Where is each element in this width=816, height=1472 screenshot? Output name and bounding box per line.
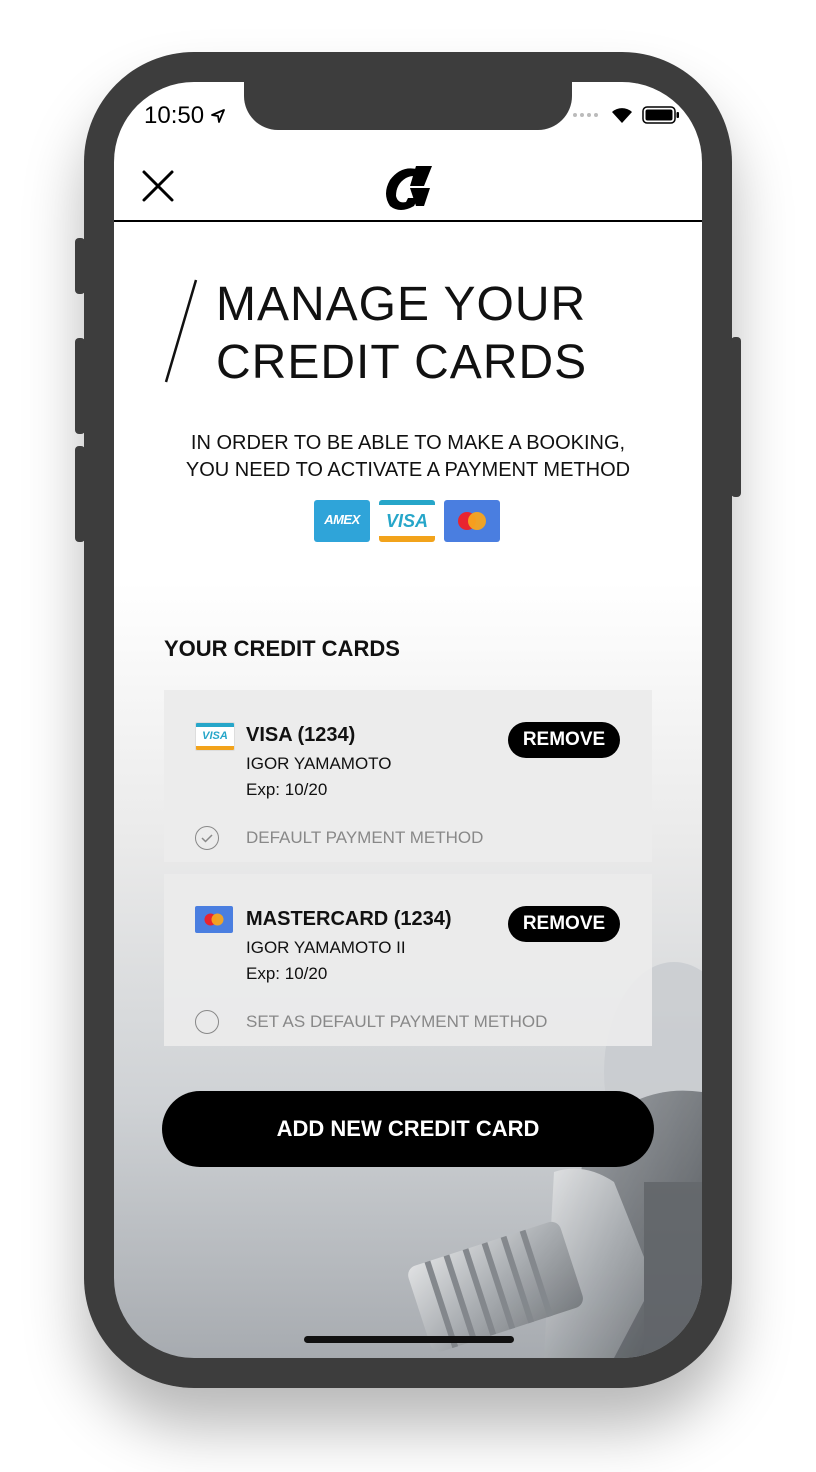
card-name: MASTERCARD (1234) — [246, 908, 452, 930]
visa-icon: VISA — [195, 722, 235, 751]
page-subtitle-line1: IN ORDER TO BE ABLE TO MAKE A BOOKING, — [190, 432, 626, 454]
header-divider — [114, 220, 702, 222]
amex-brand-label: AMEX — [324, 512, 360, 527]
amex-brand-logo: AMEX — [314, 500, 370, 542]
close-button[interactable] — [140, 168, 176, 204]
mastercard-circles-icon — [458, 512, 486, 530]
set-default-payment-label[interactable]: SET AS DEFAULT PAYMENT METHOD — [246, 1012, 547, 1032]
volume-down-button — [75, 446, 85, 542]
status-time-text: 10:50 — [144, 102, 205, 129]
card-expiry: Exp: 10/20 — [246, 964, 328, 983]
your-credit-cards-heading: YOUR CREDIT CARDS — [164, 636, 400, 661]
mastercard-icon — [195, 906, 233, 933]
battery-icon — [642, 106, 679, 124]
volume-up-button — [75, 338, 85, 434]
mastercard-brand-logo — [444, 500, 500, 542]
power-button — [731, 337, 741, 497]
set-default-radio[interactable] — [195, 1010, 219, 1034]
location-arrow-icon — [211, 109, 225, 123]
default-checked-icon[interactable] — [195, 826, 219, 850]
default-payment-label: DEFAULT PAYMENT METHOD — [246, 828, 484, 847]
remove-card-button[interactable]: REMOVE — [508, 906, 620, 942]
status-indicators — [572, 106, 680, 124]
title-slash-decoration — [164, 279, 198, 383]
visa-brand-label: VISA — [385, 511, 428, 531]
page-title-line1: MANAGE YOUR — [216, 278, 587, 331]
visa-brand-top-stripe — [379, 500, 435, 505]
mastercard-icon-circles — [204, 913, 224, 926]
card-name: VISA (1234) — [246, 724, 356, 746]
screen: 10:50 MANAGE YOUR CREDIT CARDS IN ORDER … — [114, 82, 702, 1358]
notch — [244, 82, 572, 130]
close-icon — [142, 170, 174, 202]
visa-icon-bottom-stripe — [196, 746, 234, 750]
visa-brand-bottom-stripe — [379, 536, 435, 542]
visa-icon-top-stripe — [196, 723, 234, 727]
brand-logo-icon — [386, 166, 432, 210]
credit-card-item: VISA VISA (1234) IGOR YAMAMOTO Exp: 10/2… — [164, 690, 652, 862]
page-subtitle: IN ORDER TO BE ABLE TO MAKE A BOOKING, Y… — [114, 430, 702, 484]
home-indicator — [304, 1336, 514, 1343]
wifi-icon — [612, 108, 632, 123]
accepted-card-brands: AMEX VISA — [314, 500, 500, 542]
page-title-line2: CREDIT CARDS — [216, 336, 588, 389]
visa-brand-logo: VISA — [379, 500, 435, 542]
card-holder: IGOR YAMAMOTO II — [246, 938, 406, 957]
add-new-credit-card-button[interactable]: ADD NEW CREDIT CARD — [162, 1091, 654, 1167]
credit-card-item: MASTERCARD (1234) IGOR YAMAMOTO II Exp: … — [164, 874, 652, 1046]
page-title: MANAGE YOUR CREDIT CARDS — [216, 276, 587, 392]
visa-icon-label: VISA — [202, 730, 228, 742]
status-time: 10:50 — [144, 102, 226, 130]
checkmark-icon — [201, 834, 213, 843]
cellular-signal-icon — [573, 113, 598, 117]
page-subtitle-line2: YOU NEED TO ACTIVATE A PAYMENT METHOD — [185, 459, 631, 481]
card-expiry: Exp: 10/20 — [246, 780, 328, 799]
mute-switch — [75, 238, 85, 294]
remove-card-button[interactable]: REMOVE — [508, 722, 620, 758]
card-holder: IGOR YAMAMOTO — [246, 754, 392, 773]
